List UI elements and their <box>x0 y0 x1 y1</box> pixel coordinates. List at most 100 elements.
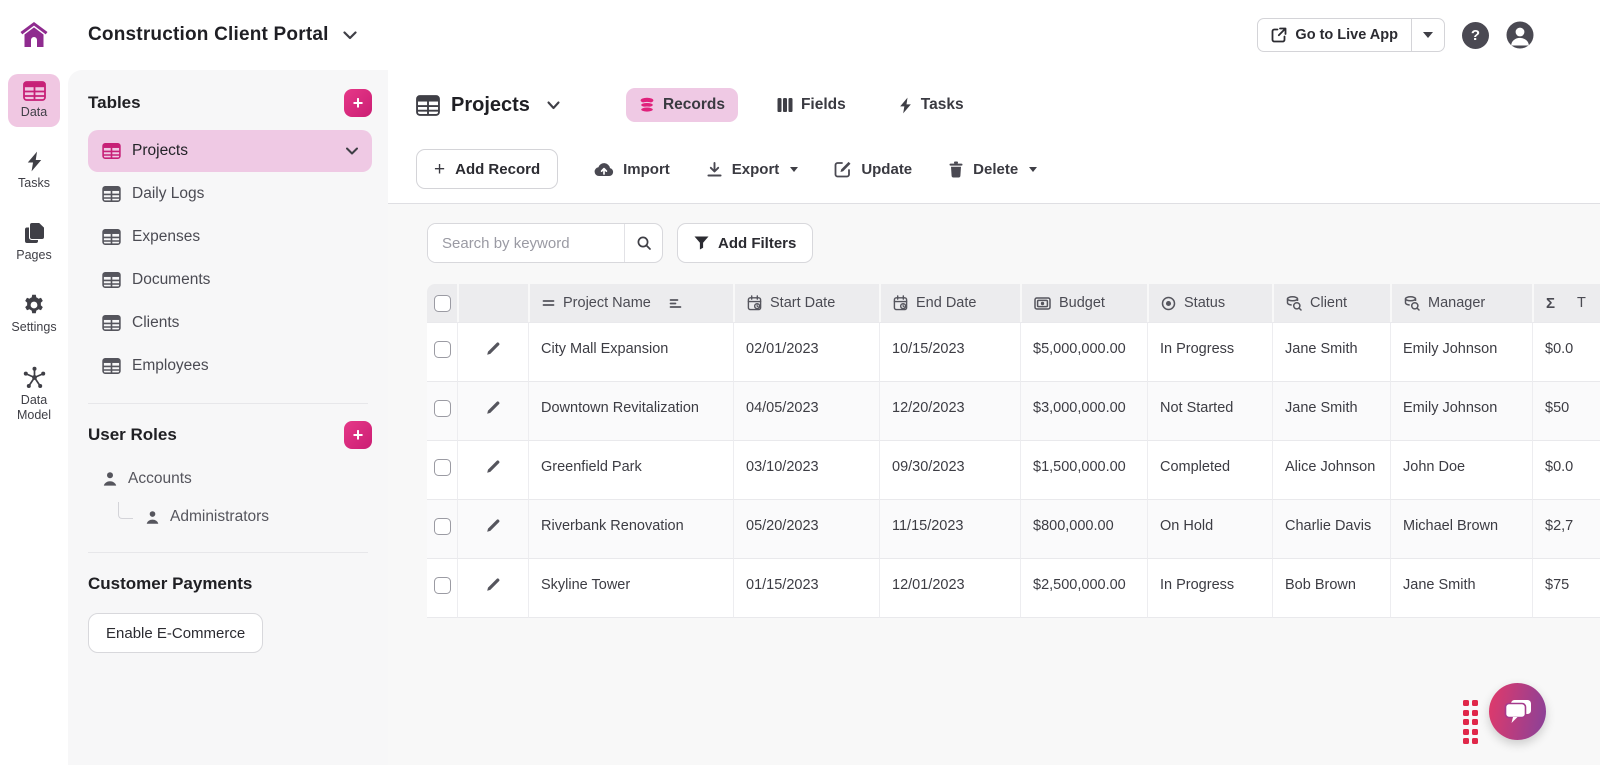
export-button[interactable]: Export <box>706 161 799 178</box>
row-checkbox[interactable] <box>434 577 451 594</box>
cell-status[interactable]: In Progress <box>1147 322 1272 381</box>
cell-end-date[interactable]: 11/15/2023 <box>879 499 1020 558</box>
edit-row-icon[interactable] <box>486 518 501 533</box>
banknote-icon <box>1034 297 1051 310</box>
row-checkbox[interactable] <box>434 341 451 358</box>
home-icon[interactable] <box>19 21 49 49</box>
app-title-chevron-icon[interactable] <box>343 31 357 40</box>
cell-client[interactable]: Jane Smith <box>1272 381 1390 440</box>
cell-manager[interactable]: Emily Johnson <box>1390 322 1532 381</box>
tab-tasks[interactable]: Tasks <box>885 88 977 122</box>
column-header-client[interactable]: Client <box>1272 284 1390 322</box>
edit-row-icon[interactable] <box>486 459 501 474</box>
cell-budget[interactable]: $2,500,000.00 <box>1020 558 1147 618</box>
cell-project-name[interactable]: Greenfield Park <box>528 440 733 499</box>
chat-widget-button[interactable] <box>1489 683 1546 740</box>
cell-manager[interactable]: Jane Smith <box>1390 558 1532 618</box>
sidebar-item-employees[interactable]: Employees <box>88 345 372 387</box>
cell-start-date[interactable]: 04/05/2023 <box>733 381 879 440</box>
column-header-start-date[interactable]: Start Date <box>733 284 879 322</box>
cell-end-date[interactable]: 12/20/2023 <box>879 381 1020 440</box>
sidebar-item-documents[interactable]: Documents <box>88 259 372 301</box>
cell-project-name[interactable]: City Mall Expansion <box>528 322 733 381</box>
cell-client[interactable]: Alice Johnson <box>1272 440 1390 499</box>
cell-project-name[interactable]: Skyline Tower <box>528 558 733 618</box>
cell-budget[interactable]: $3,000,000.00 <box>1020 381 1147 440</box>
cell-client[interactable]: Jane Smith <box>1272 322 1390 381</box>
add-filters-button[interactable]: Add Filters <box>677 223 813 263</box>
cell-status[interactable]: Completed <box>1147 440 1272 499</box>
cell-budget[interactable]: $800,000.00 <box>1020 499 1147 558</box>
sort-icon[interactable] <box>669 298 682 309</box>
cell-client[interactable]: Bob Brown <box>1272 558 1390 618</box>
sidebar-item-expenses[interactable]: Expenses <box>88 216 372 258</box>
column-header-project-name[interactable]: Project Name <box>528 284 733 322</box>
row-checkbox[interactable] <box>434 400 451 417</box>
cell-status[interactable]: In Progress <box>1147 558 1272 618</box>
go-to-live-app-button[interactable]: Go to Live App <box>1258 19 1411 51</box>
cell-end-date[interactable]: 10/15/2023 <box>879 322 1020 381</box>
cell-project-name[interactable]: Riverbank Renovation <box>528 499 733 558</box>
go-to-live-app-dropdown[interactable] <box>1411 19 1444 51</box>
cell-sum[interactable]: $0.0 <box>1532 322 1600 381</box>
rail-item-data[interactable]: Data <box>8 74 60 127</box>
search-input[interactable] <box>428 224 624 262</box>
cell-client[interactable]: Charlie Davis <box>1272 499 1390 558</box>
rail-item-tasks[interactable]: Tasks <box>8 144 60 198</box>
add-record-button[interactable]: + Add Record <box>416 149 558 189</box>
column-header-end-date[interactable]: End Date <box>879 284 1020 322</box>
rail-item-data-model[interactable]: Data Model <box>6 359 62 430</box>
cell-start-date[interactable]: 05/20/2023 <box>733 499 879 558</box>
add-table-button[interactable]: + <box>344 89 372 117</box>
sidebar-item-daily-logs[interactable]: Daily Logs <box>88 173 372 215</box>
search-submit-button[interactable] <box>624 224 662 262</box>
account-avatar-button[interactable] <box>1506 21 1534 49</box>
select-all-header[interactable] <box>427 284 457 322</box>
row-checkbox[interactable] <box>434 518 451 535</box>
cell-budget[interactable]: $5,000,000.00 <box>1020 322 1147 381</box>
edit-row-icon[interactable] <box>486 577 501 592</box>
update-button[interactable]: Update <box>834 160 912 178</box>
cell-project-name[interactable]: Downtown Revitalization <box>528 381 733 440</box>
cell-sum[interactable]: $75 <box>1532 558 1600 618</box>
cell-start-date[interactable]: 03/10/2023 <box>733 440 879 499</box>
role-item-administrators[interactable]: Administrators <box>88 498 372 536</box>
column-header-budget[interactable]: Budget <box>1020 284 1147 322</box>
select-all-checkbox[interactable] <box>434 295 451 312</box>
cell-manager[interactable]: Michael Brown <box>1390 499 1532 558</box>
add-user-role-button[interactable]: + <box>344 421 372 449</box>
cell-sum[interactable]: $0.0 <box>1532 440 1600 499</box>
cell-end-date[interactable]: 09/30/2023 <box>879 440 1020 499</box>
help-button[interactable]: ? <box>1462 22 1489 49</box>
entity-selector[interactable]: Projects <box>416 94 560 117</box>
delete-button[interactable]: Delete <box>948 161 1037 178</box>
import-button[interactable]: Import <box>594 161 670 178</box>
column-header-status[interactable]: Status <box>1147 284 1272 322</box>
cell-start-date[interactable]: 02/01/2023 <box>733 322 879 381</box>
enable-ecommerce-button[interactable]: Enable E-Commerce <box>88 613 263 653</box>
search-icon <box>636 235 652 251</box>
tab-records[interactable]: Records <box>626 88 738 122</box>
column-header-manager[interactable]: Manager <box>1390 284 1532 322</box>
edit-row-icon[interactable] <box>486 400 501 415</box>
rail-item-pages[interactable]: Pages <box>8 215 60 270</box>
edit-row-icon[interactable] <box>486 341 501 356</box>
cell-sum[interactable]: $2,7 <box>1532 499 1600 558</box>
cell-end-date[interactable]: 12/01/2023 <box>879 558 1020 618</box>
row-checkbox[interactable] <box>434 459 451 476</box>
cell-status[interactable]: On Hold <box>1147 499 1272 558</box>
column-header-sum[interactable]: Σ T <box>1532 284 1600 322</box>
cell-manager[interactable]: John Doe <box>1390 440 1532 499</box>
tab-fields[interactable]: Fields <box>764 88 859 122</box>
role-item-accounts[interactable]: Accounts <box>88 460 372 498</box>
row-edit-cell <box>457 322 528 381</box>
sidebar-item-projects[interactable]: Projects <box>88 130 372 172</box>
cell-sum[interactable]: $50 <box>1532 381 1600 440</box>
widget-drag-handle[interactable] <box>1463 700 1479 744</box>
rail-item-settings[interactable]: Settings <box>5 287 62 342</box>
cell-budget[interactable]: $1,500,000.00 <box>1020 440 1147 499</box>
sidebar-item-clients[interactable]: Clients <box>88 302 372 344</box>
cell-start-date[interactable]: 01/15/2023 <box>733 558 879 618</box>
cell-status[interactable]: Not Started <box>1147 381 1272 440</box>
cell-manager[interactable]: Emily Johnson <box>1390 381 1532 440</box>
